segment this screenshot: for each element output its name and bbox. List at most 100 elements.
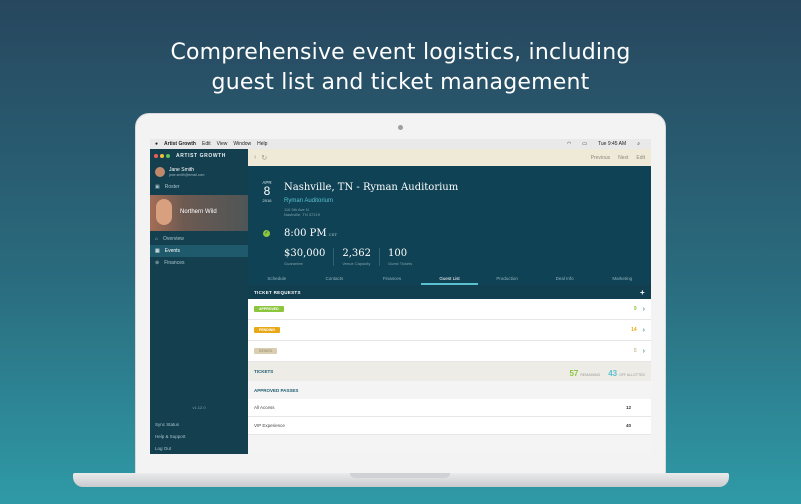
chevron-right-icon: › [642, 305, 645, 313]
stat-capacity: 2,362 Venue Capacity [342, 248, 380, 266]
main-content: ‹ ↻ Previous Next Edit APR 8 2016 ✓ Nash… [248, 149, 651, 454]
event-title: Nashville, TN - Ryman Auditorium [284, 182, 459, 193]
menu-app[interactable]: Artist Growth [164, 141, 196, 147]
close-window-button[interactable] [154, 154, 158, 158]
calendar-icon: ▦ [155, 248, 160, 254]
brand-logo: ARTIST GROWTH [176, 153, 227, 159]
menu-edit[interactable]: Edit [202, 141, 211, 147]
app-version: v1.12.0 [192, 405, 206, 410]
mac-menubar: ● Artist Growth Edit View Window Help ◠ … [150, 139, 651, 149]
stat-label: Guarantee [284, 261, 303, 266]
refresh-icon[interactable]: ↻ [261, 154, 267, 162]
artist-card[interactable]: Northern Wild [150, 195, 248, 231]
sidebar-item-label: Events [164, 248, 181, 254]
event-year: 2016 [262, 198, 272, 203]
apple-icon[interactable]: ● [155, 141, 158, 147]
next-button[interactable]: Next [618, 155, 628, 161]
status-badge: APPROVED [254, 306, 284, 312]
confirmed-check-icon: ✓ [263, 230, 270, 237]
user-email: jane.smith@email.com [169, 173, 205, 177]
previous-button[interactable]: Previous [591, 155, 610, 161]
roster-icon: ▣ [155, 184, 160, 190]
headline-line-1: Comprehensive event logistics, including [170, 40, 631, 65]
tickets-allotted-value: 43 [608, 368, 618, 378]
wifi-icon[interactable]: ◠ [567, 141, 571, 147]
menubar-clock[interactable]: Tue 9:45 AM [598, 141, 626, 147]
logout-link[interactable]: Log Out [155, 446, 171, 451]
pass-row[interactable]: VIP Experience 40 [248, 417, 651, 435]
tab-production[interactable]: Production [478, 273, 536, 285]
top-navigation: ‹ ↻ Previous Next Edit [248, 149, 651, 166]
sidebar-item-label: Roster [164, 184, 180, 190]
ticket-requests-title: TICKET REQUESTS [254, 289, 301, 295]
event-timezone: CST [328, 232, 338, 237]
sidebar-item-label: Finances [164, 260, 185, 266]
tickets-label: TICKETS [254, 369, 274, 374]
help-support-link[interactable]: Help & Support [155, 434, 186, 439]
sidebar-item-events[interactable]: ▦ Events [150, 245, 248, 257]
window-controls: ARTIST GROWTH [150, 149, 248, 163]
tab-marketing[interactable]: Marketing [593, 273, 651, 285]
user-profile[interactable]: Jane Smith jane.smith@email.com [150, 163, 248, 181]
pass-row[interactable]: All Access 12 [248, 399, 651, 417]
menu-window[interactable]: Window [233, 141, 251, 147]
add-request-button[interactable]: + [640, 288, 645, 297]
status-badge: PENDING [254, 327, 280, 333]
event-day: 8 [263, 184, 271, 198]
sidebar-item-roster[interactable]: ▣ Roster [150, 181, 248, 193]
request-count: 5 [633, 348, 637, 354]
stat-value: 100 [388, 248, 408, 259]
event-header: APR 8 2016 ✓ Nashville, TN - Ryman Audit… [248, 166, 651, 285]
tab-guest-list[interactable]: Guest List [420, 273, 479, 285]
stat-label: Guest Tickets [388, 261, 413, 266]
sync-status-link[interactable]: Sync Status [155, 422, 179, 427]
tab-finances[interactable]: Finances [363, 273, 421, 285]
pass-name: All Access [254, 405, 275, 410]
battery-icon[interactable]: ▭ [582, 141, 587, 147]
menu-view[interactable]: View [217, 141, 228, 147]
edit-button[interactable]: Edit [636, 155, 645, 161]
minimize-window-button[interactable] [160, 154, 164, 158]
marketing-headline: Comprehensive event logistics, including… [0, 38, 801, 98]
tickets-allotted-label: OFF ALLOTTED [619, 372, 645, 377]
tickets-remaining-value: 57 [569, 368, 579, 378]
venue-link[interactable]: Ryman Auditorium [284, 198, 333, 204]
sidebar: ARTIST GROWTH Jane Smith jane.smith@emai… [150, 149, 248, 454]
ticket-requests-header: TICKET REQUESTS + [248, 285, 651, 299]
approved-passes-header: APPROVED PASSES [254, 387, 299, 393]
stat-guest-tickets: 100 Guest Tickets [388, 248, 420, 266]
request-row-denied[interactable]: DENIED 5 › [248, 341, 651, 362]
stat-value: 2,362 [342, 248, 371, 259]
search-icon[interactable]: ⌕ [637, 141, 640, 147]
venue-address-line2: Nashville, TN 37219 [284, 212, 320, 217]
event-stats: $30,000 Guarantee 2,362 Venue Capacity 1… [284, 248, 428, 266]
app-screen: ● Artist Growth Edit View Window Help ◠ … [150, 139, 651, 454]
stat-label: Venue Capacity [342, 261, 371, 266]
tab-schedule[interactable]: Schedule [248, 273, 306, 285]
sidebar-item-finances[interactable]: ⊕ Finances [150, 257, 248, 269]
back-icon[interactable]: ‹ [254, 154, 256, 162]
event-time: 8:00 PM CST [284, 228, 337, 239]
headline-line-2: guest list and ticket management [211, 70, 590, 95]
tab-deal-info[interactable]: Deal Info [536, 273, 594, 285]
home-icon: ⌂ [155, 236, 159, 242]
artist-photo [156, 199, 172, 225]
artist-name: Northern Wild [180, 209, 217, 215]
status-badge: DENIED [254, 348, 278, 354]
event-tabs: Schedule Contacts Finances Guest List Pr… [248, 273, 651, 285]
event-time-value: 8:00 PM [284, 228, 327, 239]
zoom-window-button[interactable] [166, 154, 170, 158]
tickets-summary: TICKETS 57 REMAINING 43 OFF ALLOTTED [248, 362, 651, 381]
tab-contacts[interactable]: Contacts [306, 273, 364, 285]
request-row-approved[interactable]: APPROVED 9 › [248, 299, 651, 320]
sidebar-item-overview[interactable]: ⌂ Overview [150, 233, 248, 245]
pass-count: 40 [625, 423, 631, 428]
request-count: 9 [633, 306, 637, 312]
pass-name: VIP Experience [254, 423, 285, 428]
request-row-pending[interactable]: PENDING 14 › [248, 320, 651, 341]
request-count: 14 [631, 327, 637, 333]
menu-help[interactable]: Help [257, 141, 267, 147]
avatar [155, 167, 165, 177]
chevron-right-icon: › [642, 347, 645, 355]
event-date: APR 8 2016 [260, 180, 274, 203]
